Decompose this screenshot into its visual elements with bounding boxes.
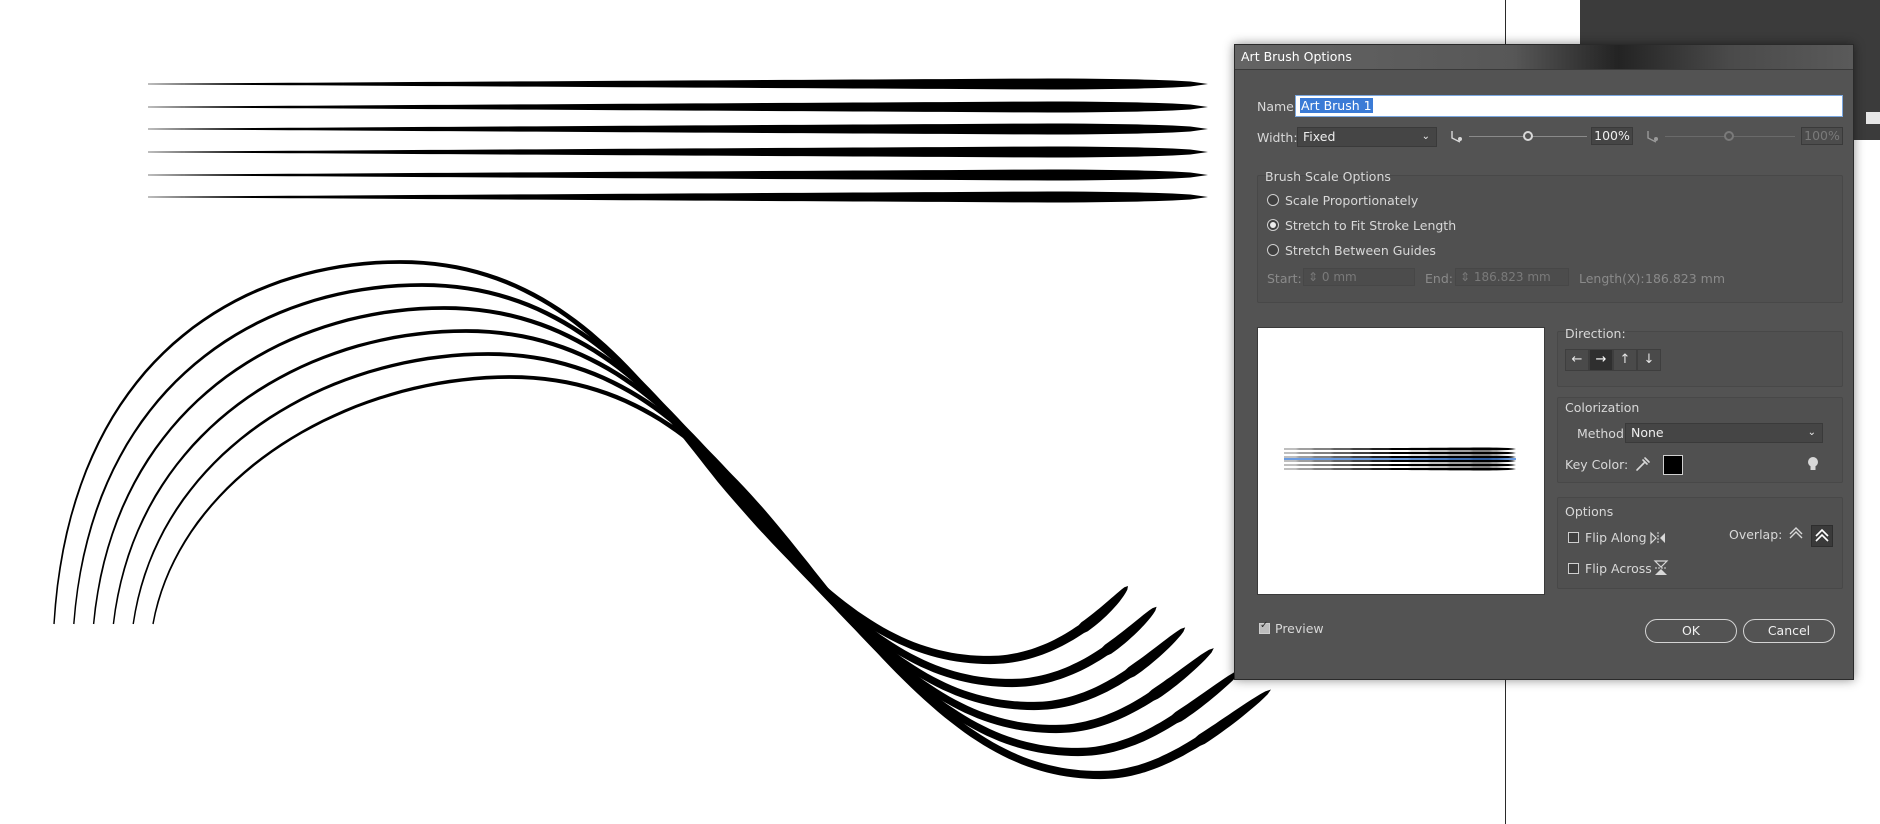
width-slider-2-knob <box>1724 131 1734 141</box>
overlap-adjust-icon[interactable] <box>1785 525 1807 547</box>
brush-preview <box>1257 327 1545 595</box>
width-label: Width: <box>1257 130 1298 145</box>
end-field: ⇕ 186.823 mm <box>1455 268 1569 286</box>
direction-title: Direction: <box>1565 326 1626 341</box>
straight-stroke <box>148 78 1208 90</box>
method-select-value: None <box>1631 425 1664 440</box>
preview-label: Preview <box>1275 621 1324 636</box>
preview-checkbox[interactable] <box>1259 620 1270 634</box>
radio-scale-proportionately[interactable] <box>1267 194 1279 206</box>
key-color-label: Key Color: <box>1565 457 1629 472</box>
preview-stroke <box>1284 451 1516 455</box>
preview-stroke <box>1284 455 1516 459</box>
start-field: ⇕ 0 mm <box>1303 268 1415 286</box>
name-label: Name: <box>1257 99 1299 114</box>
curved-stroke <box>92 306 1186 711</box>
stepper-icon: ⇕ <box>1460 270 1474 284</box>
straight-stroke <box>148 101 1208 113</box>
stepper-icon: ⇕ <box>1308 270 1322 284</box>
straight-stroke <box>148 169 1208 181</box>
straight-stroke <box>148 146 1208 158</box>
brush-preview-art <box>1284 447 1516 471</box>
lightbulb-icon[interactable] <box>1805 455 1821 473</box>
ok-button[interactable]: OK <box>1645 619 1737 643</box>
direction-up-button[interactable]: ↑ <box>1613 349 1637 371</box>
radio-label-stretch-fit: Stretch to Fit Stroke Length <box>1285 218 1457 233</box>
start-value: 0 mm <box>1321 270 1357 284</box>
method-label: Method: <box>1577 426 1629 441</box>
radio-label-scale: Scale Proportionately <box>1285 193 1419 208</box>
preview-stroke <box>1284 463 1516 467</box>
chevron-down-icon: ⌄ <box>1807 427 1816 438</box>
dialog-title[interactable]: Art Brush Options <box>1235 45 1853 70</box>
width-percent-field-2: 100% <box>1801 127 1843 145</box>
straight-brush-strokes <box>148 78 1208 203</box>
preview-stroke <box>1284 467 1516 471</box>
length-label: Length(X): <box>1579 271 1645 286</box>
curved-brush-strokes <box>53 260 1271 780</box>
flip-across-checkbox[interactable] <box>1568 563 1579 574</box>
flip-across-icon <box>1653 560 1669 575</box>
end-label: End: <box>1425 271 1453 286</box>
name-value: Art Brush 1 <box>1300 98 1373 113</box>
end-value: 186.823 mm <box>1473 270 1551 284</box>
cancel-button[interactable]: Cancel <box>1743 619 1835 643</box>
chevron-down-icon: ⌄ <box>1421 131 1430 142</box>
start-label: Start: <box>1267 271 1302 286</box>
length-value: 186.823 mm <box>1645 271 1726 286</box>
panel-edge <box>1866 112 1880 124</box>
art-brush-options-dialog: Art Brush Options Name: Art Brush 1 Widt… <box>1234 44 1854 680</box>
pressure-left-icon <box>1451 131 1462 143</box>
flip-along-label: Flip Along <box>1585 530 1647 545</box>
brush-scale-title: Brush Scale Options <box>1265 169 1391 184</box>
colorization-title: Colorization <box>1565 400 1640 415</box>
options-title: Options <box>1565 504 1614 519</box>
direction-down-button[interactable]: ↓ <box>1637 349 1661 371</box>
key-color-swatch[interactable] <box>1663 455 1683 475</box>
name-input[interactable]: Art Brush 1 <box>1295 95 1843 117</box>
radio-stretch-between-guides[interactable] <box>1267 244 1279 256</box>
flip-along-checkbox[interactable] <box>1568 532 1579 543</box>
flip-along-icon <box>1650 531 1665 545</box>
width-percent-field[interactable]: 100% <box>1591 127 1633 145</box>
width-select-value: Fixed <box>1303 129 1336 144</box>
straight-stroke <box>148 123 1208 135</box>
direction-right-button[interactable]: → <box>1589 349 1613 371</box>
curved-stroke <box>112 329 1214 734</box>
overlap-none-icon[interactable] <box>1811 525 1833 547</box>
pressure-right-icon <box>1647 131 1658 143</box>
width-select[interactable]: Fixed ⌄ <box>1297 127 1437 147</box>
direction-left-button[interactable]: ← <box>1565 349 1589 371</box>
eyedropper-icon[interactable] <box>1633 455 1651 473</box>
radio-stretch-to-fit[interactable] <box>1267 219 1279 231</box>
radio-label-guides: Stretch Between Guides <box>1285 243 1436 258</box>
preview-stroke <box>1284 447 1516 451</box>
curved-stroke <box>73 283 1157 688</box>
straight-stroke <box>148 191 1208 203</box>
method-select[interactable]: None ⌄ <box>1625 423 1823 443</box>
overlap-label: Overlap: <box>1729 527 1783 542</box>
width-slider-knob[interactable] <box>1523 131 1533 141</box>
flip-across-label: Flip Across <box>1585 561 1652 576</box>
preview-stroke <box>1284 459 1516 463</box>
